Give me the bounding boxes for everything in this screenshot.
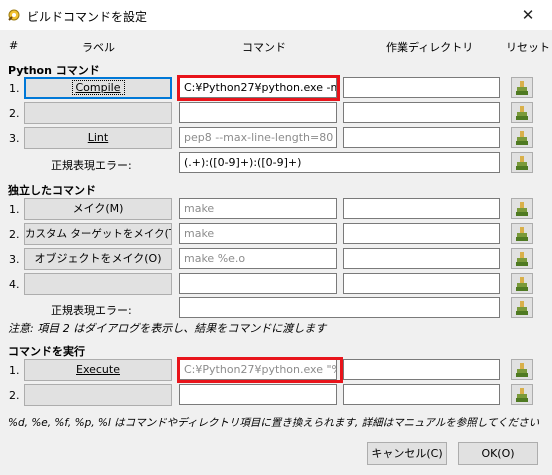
reset-button[interactable] <box>511 127 533 148</box>
cancel-button[interactable]: キャンセル(C) <box>367 442 447 465</box>
independent-regex-field[interactable] <box>179 297 500 318</box>
independent-command-field-3[interactable]: make %e.o <box>179 248 337 269</box>
execute-label-button-2[interactable] <box>24 384 172 406</box>
python-workdir-field-3[interactable] <box>343 127 500 148</box>
execute-label-text-1: Execute <box>76 363 120 376</box>
independent-workdir-field-2[interactable] <box>343 223 500 244</box>
highlight-box-execute <box>177 357 343 383</box>
execute-label-button-1[interactable]: Execute <box>24 359 172 381</box>
row-number: 4. <box>9 278 20 291</box>
row-number: 3. <box>9 132 20 145</box>
independent-command-field-2[interactable]: make <box>179 223 337 244</box>
python-label-button-2[interactable] <box>24 102 172 124</box>
independent-label-button-2[interactable]: カスタム ターゲットをメイク(T)... <box>24 223 172 245</box>
reset-button[interactable] <box>511 359 533 380</box>
reset-button[interactable] <box>511 77 533 98</box>
close-button[interactable]: ✕ <box>515 4 541 26</box>
broom-clear-icon <box>516 227 528 241</box>
row-number: 2. <box>9 107 20 120</box>
row-number: 3. <box>9 253 20 266</box>
reset-button[interactable] <box>511 102 533 123</box>
column-header-label: ラベル <box>82 41 115 54</box>
python-command-field-2[interactable] <box>179 102 337 123</box>
row-number: 1. <box>9 364 20 377</box>
independent-command-field-1[interactable]: make <box>179 198 337 219</box>
independent-label-button-1[interactable]: メイク(M) <box>24 198 172 220</box>
row-number: 2. <box>9 228 20 241</box>
regex-error-label: 正規表現エラー: <box>51 304 132 317</box>
execute-command-field-2[interactable] <box>179 384 337 405</box>
reset-button[interactable] <box>511 297 533 318</box>
broom-clear-icon <box>516 301 528 315</box>
broom-clear-icon <box>516 252 528 266</box>
broom-clear-icon <box>516 277 528 291</box>
note-placeholders: %d, %e, %f, %p, %l はコマンドやディレクトリ項目に置き換えられ… <box>8 417 540 429</box>
execute-workdir-field-2[interactable] <box>343 384 500 405</box>
reset-button[interactable] <box>511 273 533 294</box>
reset-button[interactable] <box>511 152 533 173</box>
row-number: 1. <box>9 82 20 95</box>
section-heading-independent: 独立したコマンド <box>8 184 96 197</box>
independent-workdir-field-3[interactable] <box>343 248 500 269</box>
python-workdir-field-2[interactable] <box>343 102 500 123</box>
broom-clear-icon <box>516 202 528 216</box>
independent-workdir-field-1[interactable] <box>343 198 500 219</box>
python-label-text-3: Lint <box>87 131 109 144</box>
independent-workdir-field-4[interactable] <box>343 273 500 294</box>
python-command-field-3[interactable]: pep8 --max-line-length=80 " <box>179 127 337 148</box>
python-regex-field[interactable]: (.+):([0-9]+):([0-9]+) <box>179 152 500 173</box>
regex-error-label: 正規表現エラー: <box>51 159 132 172</box>
independent-command-field-4[interactable] <box>179 273 337 294</box>
column-header-number: # <box>9 39 19 52</box>
gear-icon <box>8 9 20 21</box>
section-heading-execute: コマンドを実行 <box>8 345 85 358</box>
reset-button[interactable] <box>511 223 533 244</box>
independent-label-button-3[interactable]: オブジェクトをメイク(O) <box>24 248 172 270</box>
independent-label-button-4[interactable] <box>24 273 172 295</box>
python-label-text-1: Compile <box>75 81 121 94</box>
broom-clear-icon <box>516 81 528 95</box>
python-workdir-field-1[interactable] <box>343 77 500 98</box>
python-label-button-3[interactable]: Lint <box>24 127 172 149</box>
broom-clear-icon <box>516 363 528 377</box>
broom-clear-icon <box>516 388 528 402</box>
column-header-command: コマンド <box>242 41 286 54</box>
title-bar: ビルドコマンドを設定 ✕ <box>0 0 552 30</box>
execute-workdir-field-1[interactable] <box>343 359 500 380</box>
broom-clear-icon <box>516 106 528 120</box>
reset-button[interactable] <box>511 248 533 269</box>
note-item-two: 注意: 項目 2 はダイアログを表示し、結果をコマンドに渡します <box>8 322 327 335</box>
broom-clear-icon <box>516 131 528 145</box>
row-number: 2. <box>9 389 20 402</box>
reset-button[interactable] <box>511 384 533 405</box>
python-label-button-1[interactable]: Compile <box>24 77 172 99</box>
highlight-box-compile <box>177 75 340 101</box>
broom-clear-icon <box>516 156 528 170</box>
section-heading-python: Python コマンド <box>8 64 100 77</box>
column-header-workdir: 作業ディレクトリ <box>386 41 474 54</box>
window-title: ビルドコマンドを設定 <box>27 10 148 24</box>
ok-button[interactable]: OK(O) <box>458 442 538 465</box>
reset-button[interactable] <box>511 198 533 219</box>
row-number: 1. <box>9 203 20 216</box>
column-header-reset: リセット <box>506 41 550 54</box>
